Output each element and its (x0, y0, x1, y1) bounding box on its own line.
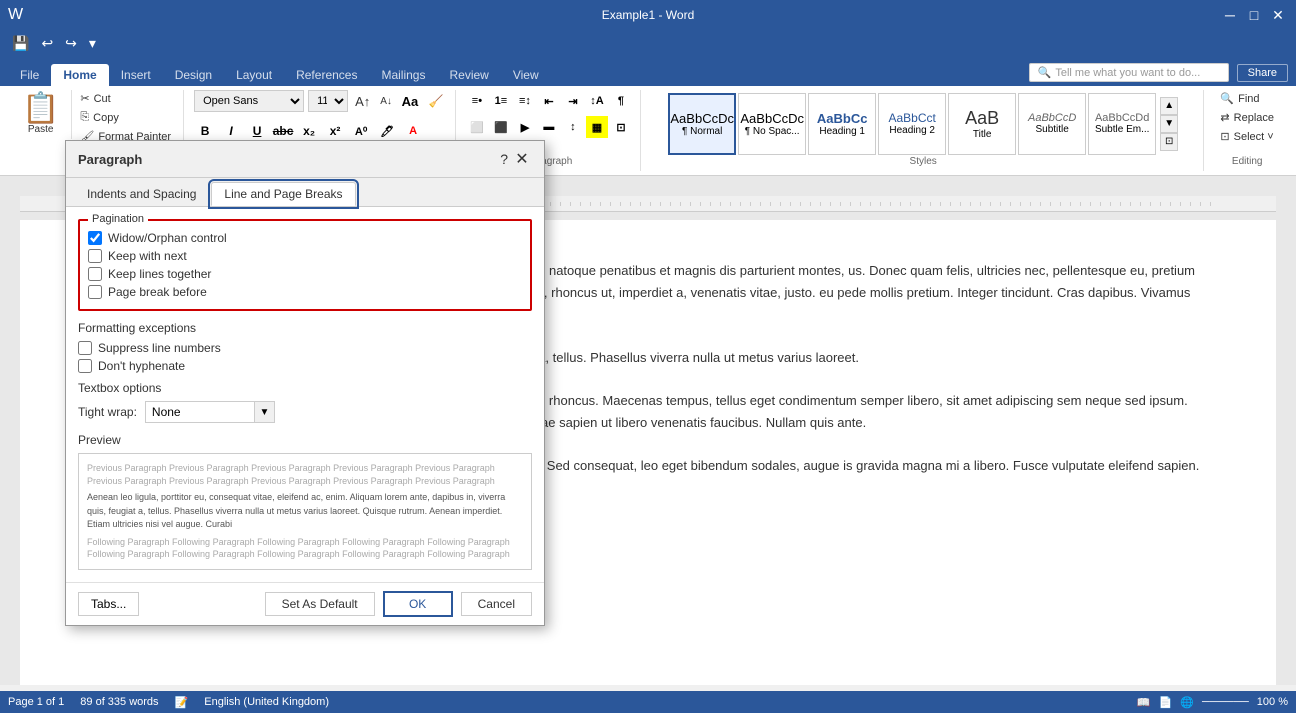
dialog-footer: Tabs... Set As Default OK Cancel (66, 582, 544, 625)
dont-hyphenate-checkbox[interactable] (78, 359, 92, 373)
widow-orphan-label: Widow/Orphan control (108, 231, 227, 245)
widow-orphan-row[interactable]: Widow/Orphan control (88, 231, 522, 245)
preview-label: Preview (78, 433, 532, 447)
suppress-line-numbers-row[interactable]: Suppress line numbers (78, 341, 532, 355)
tight-wrap-select[interactable]: None ▼ (145, 401, 275, 423)
preview-prev-paragraph: Previous Paragraph Previous Paragraph Pr… (87, 462, 523, 487)
ok-button[interactable]: OK (383, 591, 453, 617)
dialog-overlay: Paragraph ? ✕ Indents and Spacing Line a… (0, 0, 1296, 713)
dialog-close-button[interactable]: ✕ (512, 149, 532, 169)
preview-next-paragraph: Following Paragraph Following Paragraph … (87, 536, 523, 561)
keep-lines-together-label: Keep lines together (108, 267, 211, 281)
suppress-line-numbers-checkbox[interactable] (78, 341, 92, 355)
page-break-before-row[interactable]: Page break before (88, 285, 522, 299)
dont-hyphenate-label: Don't hyphenate (98, 359, 185, 373)
keep-lines-together-row[interactable]: Keep lines together (88, 267, 522, 281)
keep-lines-together-checkbox[interactable] (88, 267, 102, 281)
preview-box: Previous Paragraph Previous Paragraph Pr… (78, 453, 532, 570)
pagination-title: Pagination (88, 213, 148, 225)
dont-hyphenate-row[interactable]: Don't hyphenate (78, 359, 532, 373)
tab-line-page-breaks[interactable]: Line and Page Breaks (211, 182, 355, 206)
preview-section: Preview Previous Paragraph Previous Para… (78, 433, 532, 570)
dialog-titlebar: Paragraph ? ✕ (66, 141, 544, 178)
textbox-options-section: Textbox options Tight wrap: None ▼ (78, 381, 532, 423)
dialog-tabs: Indents and Spacing Line and Page Breaks (66, 178, 544, 207)
widow-orphan-checkbox[interactable] (88, 231, 102, 245)
chevron-down-icon: ▼ (254, 402, 274, 422)
formatting-exceptions-title: Formatting exceptions (78, 321, 532, 335)
dialog-help-button[interactable]: ? (500, 151, 508, 167)
page-break-before-checkbox[interactable] (88, 285, 102, 299)
formatting-exceptions-section: Formatting exceptions Suppress line numb… (78, 321, 532, 373)
preview-current-paragraph: Aenean leo ligula, porttitor eu, consequ… (87, 491, 523, 532)
tight-wrap-value: None (146, 405, 254, 419)
set-as-default-button[interactable]: Set As Default (265, 592, 375, 616)
keep-with-next-row[interactable]: Keep with next (88, 249, 522, 263)
textbox-options-title: Textbox options (78, 381, 532, 395)
tabs-button[interactable]: Tabs... (78, 592, 139, 616)
keep-with-next-checkbox[interactable] (88, 249, 102, 263)
suppress-line-numbers-label: Suppress line numbers (98, 341, 221, 355)
keep-with-next-label: Keep with next (108, 249, 187, 263)
dialog-title: Paragraph (78, 152, 142, 167)
paragraph-dialog: Paragraph ? ✕ Indents and Spacing Line a… (65, 140, 545, 626)
dialog-content: Pagination Widow/Orphan control Keep wit… (66, 207, 544, 582)
cancel-button[interactable]: Cancel (461, 592, 532, 616)
tab-indents-spacing[interactable]: Indents and Spacing (74, 182, 209, 206)
tight-wrap-label: Tight wrap: (78, 405, 137, 419)
page-break-before-label: Page break before (108, 285, 207, 299)
pagination-section: Pagination Widow/Orphan control Keep wit… (78, 219, 532, 311)
